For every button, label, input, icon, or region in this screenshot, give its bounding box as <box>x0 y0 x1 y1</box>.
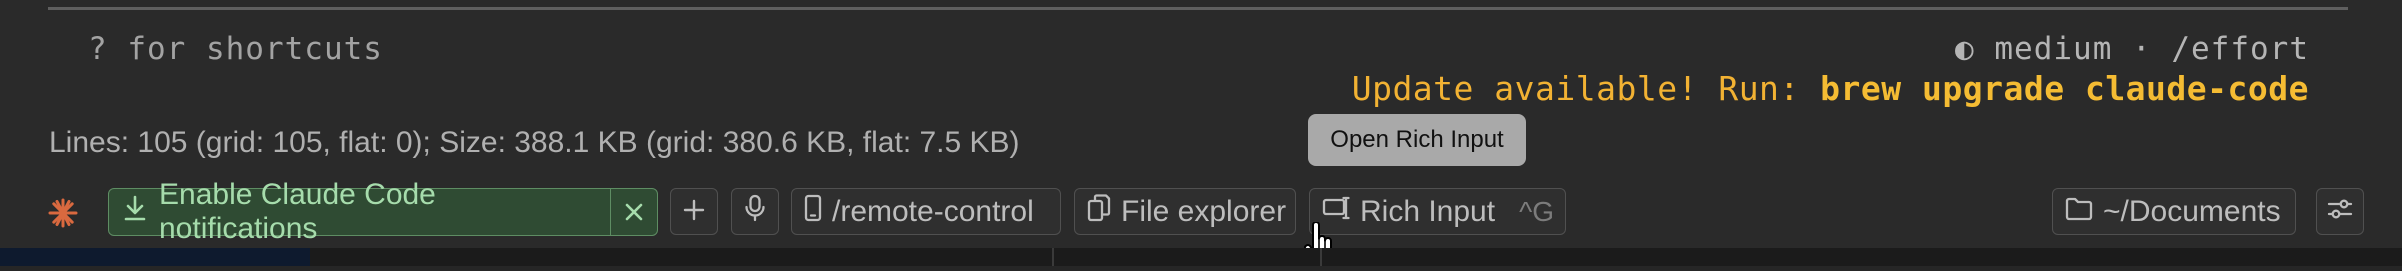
divider-line <box>48 7 2348 10</box>
voice-input-button[interactable] <box>731 188 779 235</box>
update-command: brew upgrade claude-code <box>1820 69 2309 108</box>
divider-line <box>1052 248 1054 266</box>
sliders-icon <box>2326 195 2354 229</box>
effort-indicator: ◐ medium · /effort <box>1955 31 2309 67</box>
enable-notifications-banner: Enable Claude Code notifications <box>108 178 658 245</box>
enable-notifications-label: Enable Claude Code notifications <box>159 178 436 245</box>
enable-notifications-button[interactable]: Enable Claude Code notifications <box>109 178 612 245</box>
plus-icon <box>683 195 705 229</box>
working-directory-label: ~/Documents <box>2103 194 2281 228</box>
settings-button[interactable] <box>2316 188 2364 235</box>
files-icon <box>1087 193 1111 230</box>
rich-input-button[interactable]: Rich Input ^G <box>1309 188 1566 235</box>
taskbar-segment <box>0 248 310 266</box>
file-explorer-button[interactable]: File explorer <box>1074 188 1296 235</box>
phone-icon <box>804 194 822 230</box>
download-icon <box>123 195 147 229</box>
folder-icon <box>2065 195 2093 229</box>
divider-line <box>1320 248 1322 266</box>
update-prefix: Update available! Run: <box>1351 69 1821 108</box>
rich-input-shortcut: ^G <box>1519 195 1554 227</box>
update-notice: Update available! Run: brew upgrade clau… <box>1352 69 2309 108</box>
remote-control-label: /remote-control <box>832 194 1034 228</box>
buffer-stats: Lines: 105 (grid: 105, flat: 0); Size: 3… <box>49 126 1020 159</box>
remote-control-button[interactable]: /remote-control <box>791 188 1061 235</box>
working-directory-button[interactable]: ~/Documents <box>2052 188 2296 235</box>
shortcuts-hint: ? for shortcuts <box>88 31 383 67</box>
close-icon[interactable] <box>611 189 657 235</box>
add-button[interactable] <box>670 188 718 235</box>
bottom-edge <box>0 248 2402 266</box>
claude-burst-icon[interactable] <box>48 198 78 231</box>
rich-input-tooltip: Open Rich Input <box>1308 114 1526 166</box>
file-explorer-label: File explorer <box>1121 194 1287 228</box>
microphone-icon <box>744 194 766 230</box>
rich-input-label: Rich Input <box>1360 194 1496 228</box>
